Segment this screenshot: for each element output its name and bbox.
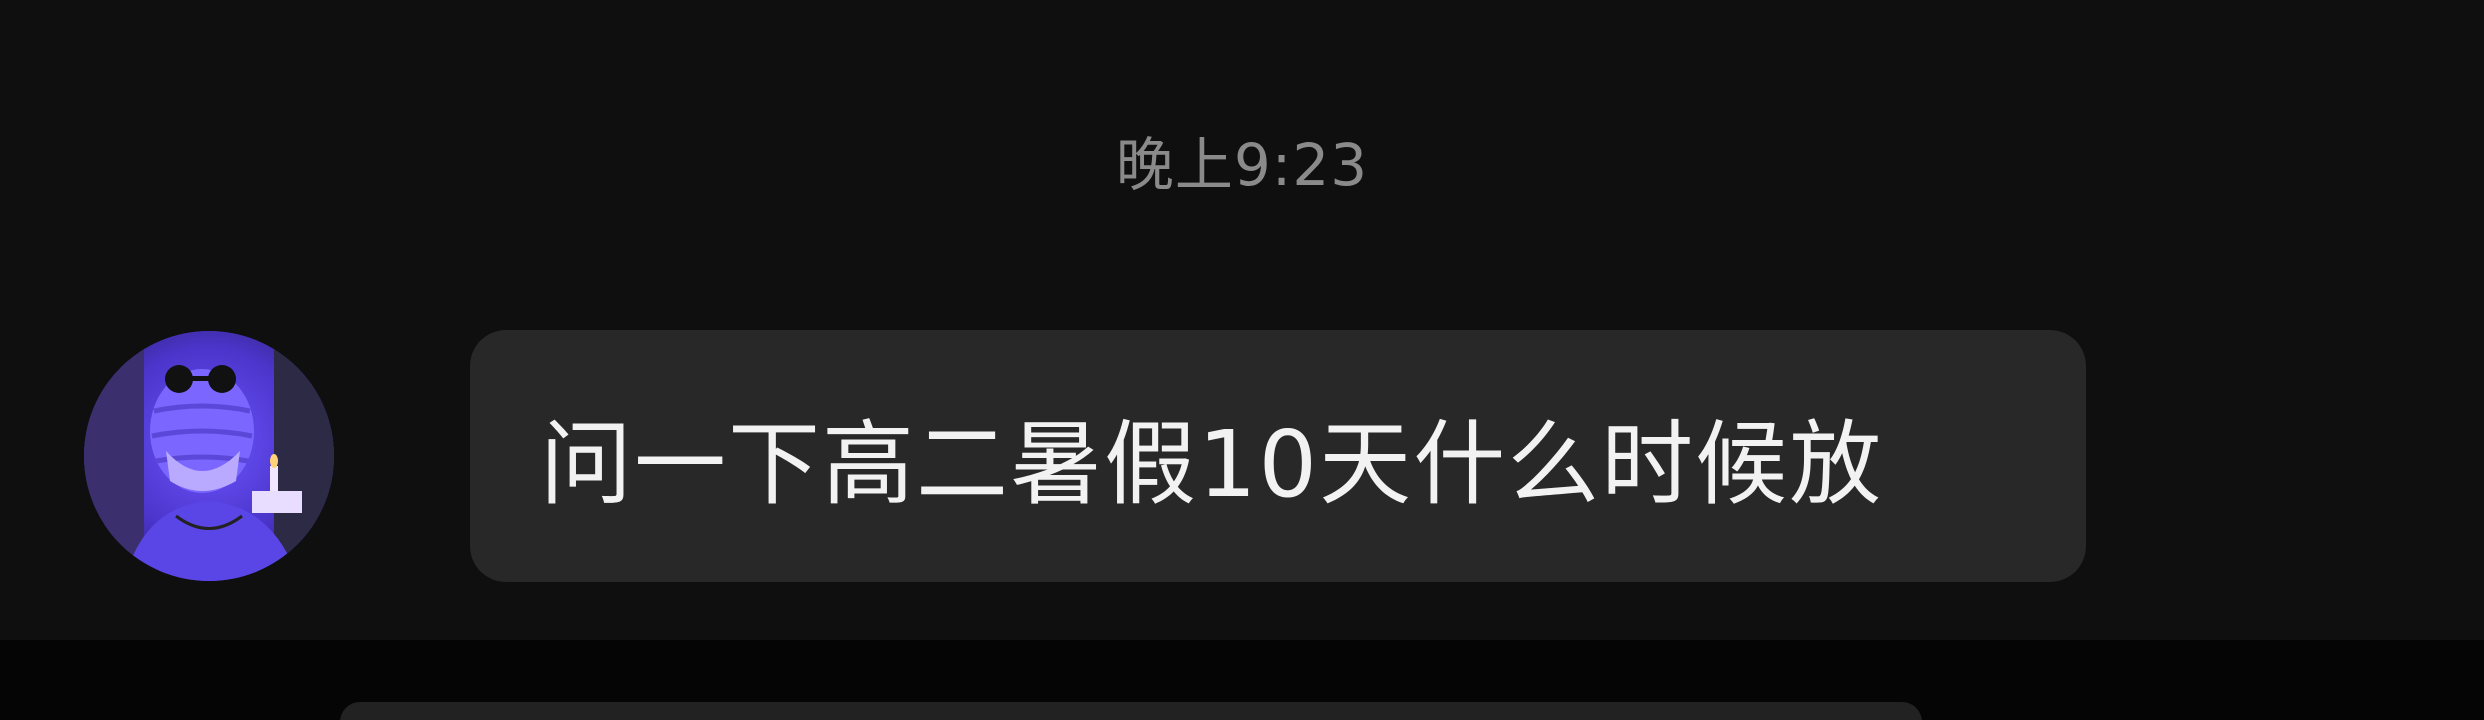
- chat-screen: 晚上9:23 问一下高二暑假10天什么时候放: [0, 0, 2484, 720]
- chat-message-area[interactable]: 晚上9:23 问一下高二暑假10天什么时候放: [0, 0, 2484, 640]
- message-row: 问一下高二暑假10天什么时候放: [84, 328, 2086, 584]
- message-timestamp: 晚上9:23: [1115, 131, 1369, 199]
- message-bubble[interactable]: 问一下高二暑假10天什么时候放: [470, 330, 2086, 582]
- message-text: 问一下高二暑假10天什么时候放: [540, 410, 1884, 518]
- avatar-image: [84, 331, 334, 581]
- next-message-preview: [340, 702, 1922, 720]
- avatar[interactable]: [84, 331, 334, 581]
